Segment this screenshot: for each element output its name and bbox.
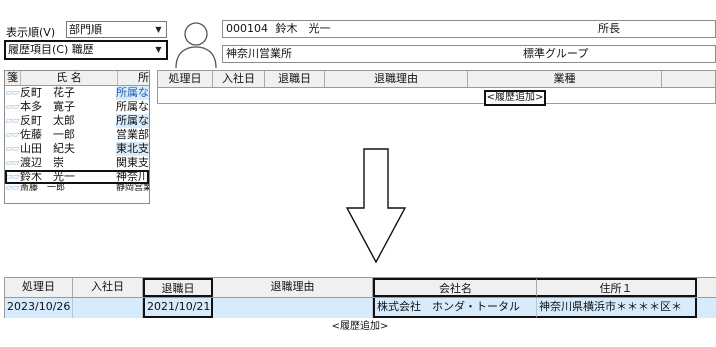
list-item-name: 反町 太郎 (20, 114, 75, 127)
col-address1: 住所１ (537, 278, 697, 297)
list-header-dept: 所 (138, 71, 149, 84)
cell-retire-date[interactable]: 2021/10/21 (143, 298, 213, 318)
note-icon: ▱▱ (5, 144, 20, 154)
employee-list[interactable]: 箋 氏 名 所 ▱▱ 反町 花子 所属なし ▱▱ 本多 寛子 所属なし ▱▱ 反… (4, 70, 150, 204)
list-item-name: 佐藤 一郎 (20, 128, 75, 141)
history-table-bottom[interactable]: 処理日 入社日 退職日 退職理由 会社名 住所１ 2023/10/26 2021… (4, 277, 716, 335)
note-icon: ▱▱ (5, 158, 20, 168)
chevron-down-icon: ▼ (155, 45, 162, 54)
employee-group: 標準グループ (523, 47, 589, 60)
col-industry: 業種 (468, 71, 662, 87)
employee-code: 000104 (226, 22, 268, 35)
col-retire-reason: 退職理由 (325, 71, 468, 87)
note-icon: ▱▱ (5, 130, 20, 140)
note-icon: ▱▱ (5, 172, 20, 182)
list-item-name: 山田 紀夫 (20, 142, 75, 155)
add-history-button-bottom[interactable]: <履歴追加> (4, 318, 716, 336)
list-item-name: 斎藤 一郎 (20, 184, 66, 192)
cell-hire-date[interactable] (73, 298, 143, 318)
list-item[interactable]: ▱▱ 本多 寛子 所属なし (5, 100, 149, 114)
cell-company-name[interactable]: 株式会社 ホンダ・トータル (373, 298, 537, 318)
list-item-dept: 神奈川 (116, 170, 149, 183)
col-hire-date: 入社日 (73, 278, 143, 297)
list-item[interactable]: ▱▱ 反町 花子 所属なし (5, 86, 149, 100)
employee-title: 所長 (598, 22, 620, 35)
list-item-dept: 所属なし (116, 114, 149, 128)
employee-list-header: 箋 氏 名 所 (5, 71, 149, 86)
list-item[interactable]: ▱▱ 斎藤 一郎 静岡営業所 (5, 184, 149, 192)
list-item[interactable]: ▱▱ 山田 紀夫 東北支店 (5, 142, 149, 156)
note-icon: ▱▱ (5, 116, 20, 126)
down-arrow-icon (345, 148, 407, 264)
cell-retire-reason[interactable] (213, 298, 373, 318)
history-item-select[interactable]: 履歴項目(C) 職歴 ▼ (4, 40, 168, 60)
employee-office: 神奈川営業所 (226, 47, 292, 60)
list-header-name: 氏 名 (21, 71, 118, 85)
list-item-dept: 静岡営業所 (116, 184, 149, 192)
employee-info-row1: 000104 鈴木 光一 所長 (222, 20, 716, 38)
display-order-label: 表示順(V) (6, 26, 56, 39)
list-item[interactable]: ▱▱ 渡辺 崇 関東支店 (5, 156, 149, 170)
add-history-button-top[interactable]: <履歴追加> (484, 90, 546, 106)
note-icon: ▱▱ (5, 102, 20, 112)
col-retire-date: 退職日 (143, 278, 213, 297)
list-item[interactable]: ▱▱ 佐藤 一郎 営業部 (5, 128, 149, 142)
history-table-bottom-header: 処理日 入社日 退職日 退職理由 会社名 住所１ (4, 277, 716, 298)
list-item-name: 反町 花子 (20, 86, 75, 99)
list-item-name: 鈴木 光一 (20, 170, 75, 183)
list-item-dept: 関東支店 (116, 156, 149, 169)
col-company-name: 会社名 (373, 278, 537, 297)
list-item-selected[interactable]: ▱▱ 鈴木 光一 神奈川 (5, 170, 149, 184)
person-silhouette-icon (174, 18, 218, 68)
history-table-top-header: 処理日 入社日 退職日 退職理由 業種 (158, 71, 715, 88)
employee-info-row2: 神奈川営業所 標準グループ (222, 45, 716, 63)
col-hire-date: 入社日 (213, 71, 265, 87)
list-item-dept: 所属なし (116, 100, 149, 113)
history-table-top[interactable]: 処理日 入社日 退職日 退職理由 業種 (157, 70, 716, 104)
col-retire-date: 退職日 (265, 71, 325, 87)
list-item[interactable]: ▱▱ 反町 太郎 所属なし (5, 114, 149, 128)
col-retire-reason: 退職理由 (213, 278, 373, 297)
col-processing-date: 処理日 (5, 278, 73, 297)
list-item-dept: 東北支店 (116, 142, 149, 156)
note-icon: ▱▱ (5, 88, 20, 98)
col-processing-date: 処理日 (158, 71, 213, 87)
list-item-dept: 営業部 (116, 128, 149, 141)
display-order-select[interactable]: 部門順 ▼ (66, 21, 167, 38)
note-icon: ▱▱ (5, 184, 20, 192)
cell-processing-date[interactable]: 2023/10/26 (5, 298, 73, 318)
cell-address1[interactable]: 神奈川県横浜市＊＊＊＊区＊ (537, 298, 697, 318)
display-order-value: 部門順 (69, 23, 102, 36)
table-row[interactable]: 2023/10/26 2021/10/21 株式会社 ホンダ・トータル 神奈川県… (4, 298, 716, 318)
list-item-name: 渡辺 崇 (20, 156, 64, 169)
list-header-flag: 箋 (5, 71, 21, 85)
chevron-down-icon: ▼ (155, 25, 162, 34)
list-item-name: 本多 寛子 (20, 100, 75, 113)
list-item-dept: 所属なし (116, 86, 149, 100)
history-item-value: 履歴項目(C) 職歴 (8, 43, 94, 56)
employee-name: 鈴木 光一 (275, 22, 331, 35)
